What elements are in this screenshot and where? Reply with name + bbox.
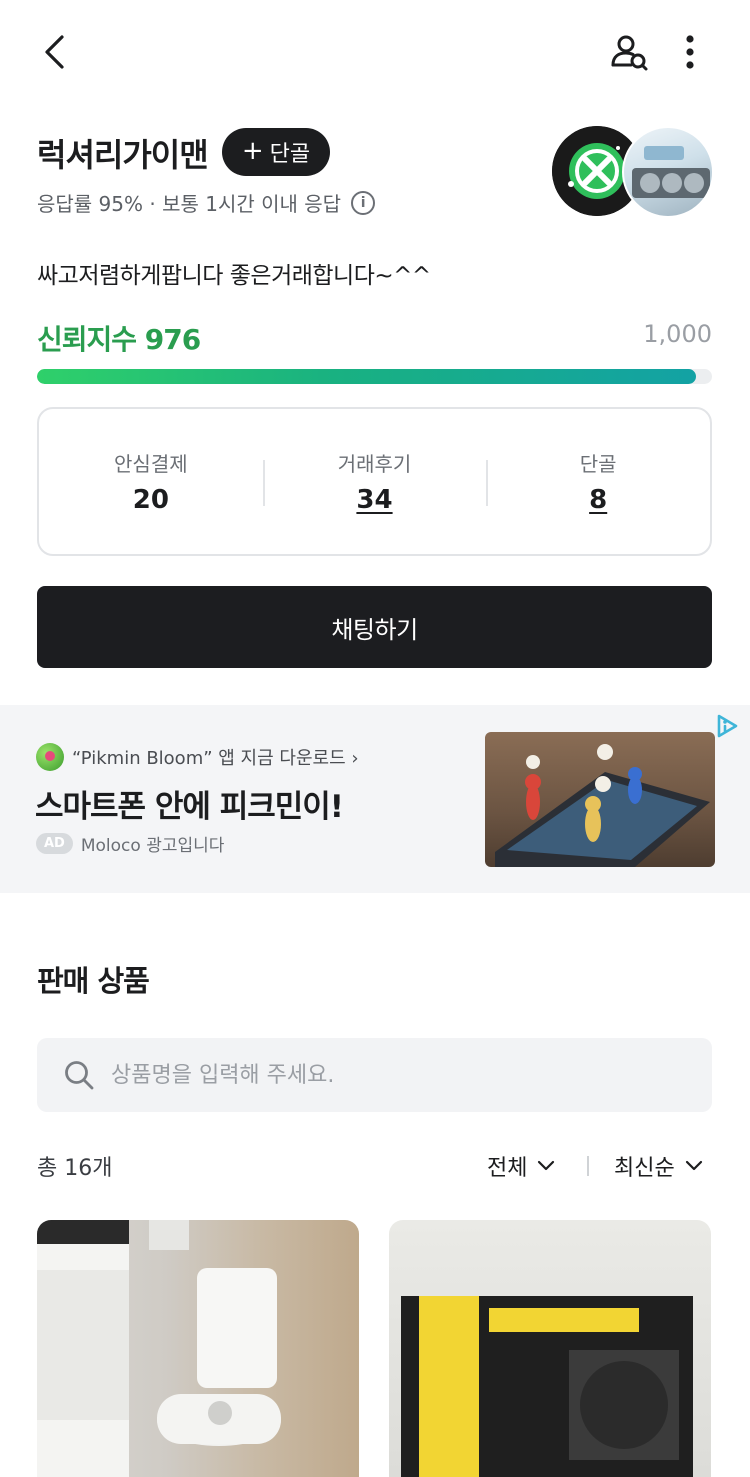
follow-button-label: 단골 xyxy=(269,142,311,167)
product-card[interactable] xyxy=(37,1220,359,1477)
ad-headline: 스마트폰 안에 피크민이! xyxy=(35,789,344,825)
product-search-input[interactable] xyxy=(111,1062,671,1088)
product-card[interactable] xyxy=(389,1220,711,1477)
trust-score-label: 신뢰지수 976 xyxy=(37,323,201,356)
ad-source[interactable]: “Pikmin Bloom” 앱 지금 다운로드 › xyxy=(36,743,359,771)
product-image xyxy=(37,1220,281,1477)
profile-intro: 싸고저렴하게팝니다 좋은거래합니다~^^ xyxy=(37,263,431,289)
ad-source-text: “Pikmin Bloom” 앱 지금 다운로드 › xyxy=(72,748,359,769)
stat-followers[interactable]: 단골 8 xyxy=(486,448,710,515)
filter-all-label: 전체 xyxy=(487,1156,528,1181)
profile-name: 럭셔리가이맨 xyxy=(37,136,209,174)
ad-image-graphic xyxy=(495,744,710,867)
top-bar xyxy=(0,0,750,104)
more-options-button[interactable] xyxy=(668,28,712,76)
product-search-box[interactable] xyxy=(37,1038,712,1112)
ad-image[interactable] xyxy=(485,732,715,867)
ad-sponsor-text: Moloco 광고입니다 xyxy=(80,836,225,856)
ad-sponsor: AD Moloco 광고입니다 xyxy=(36,831,224,856)
stat-safe-payment: 안심결제 20 xyxy=(39,448,263,515)
stat-value-link[interactable]: 8 xyxy=(486,485,710,515)
product-total-count: 총 16개 xyxy=(37,1156,113,1181)
stat-value-link[interactable]: 34 xyxy=(263,485,487,515)
user-search-icon xyxy=(611,35,648,71)
trust-score-max: 1,000 xyxy=(643,320,712,348)
trust-progress-fill xyxy=(37,369,696,384)
info-icon[interactable]: i xyxy=(351,190,376,215)
back-button[interactable] xyxy=(30,28,78,76)
trust-progress-bar xyxy=(37,369,712,384)
response-rate: 응답률 95% · 보통 1시간 이내 응답 i xyxy=(37,188,376,217)
avatar-photo xyxy=(622,126,714,218)
section-title: 판매 상품 xyxy=(37,964,150,998)
vertical-dots-icon xyxy=(686,35,694,69)
user-search-button[interactable] xyxy=(604,28,654,76)
stat-label: 단골 xyxy=(579,452,617,476)
search-icon xyxy=(65,1061,94,1090)
plus-icon: + xyxy=(241,136,264,166)
profile-avatars[interactable] xyxy=(552,126,714,218)
sort-label: 최신순 xyxy=(614,1156,675,1181)
response-rate-text: 응답률 95% · 보통 1시간 이내 응답 xyxy=(37,192,342,216)
stat-label: 안심결제 xyxy=(114,452,188,476)
stats-box: 안심결제 20 거래후기 34 단골 8 xyxy=(37,407,712,556)
filter-divider xyxy=(587,1156,589,1176)
stat-value: 20 xyxy=(132,485,169,515)
chat-button[interactable]: 채팅하기 xyxy=(37,586,712,668)
filter-all-dropdown[interactable]: 전체 xyxy=(487,1150,555,1182)
product-image xyxy=(401,1296,693,1477)
chevron-left-icon xyxy=(45,35,64,69)
chevron-down-icon xyxy=(685,1160,702,1171)
stat-label: 거래후기 xyxy=(337,452,412,476)
stat-reviews[interactable]: 거래후기 34 xyxy=(262,448,487,515)
ad-badge: AD xyxy=(36,833,73,854)
avatar-photo-graphic xyxy=(632,146,710,198)
follow-button[interactable]: + 단골 xyxy=(222,128,330,176)
ad-banner[interactable]: “Pikmin Bloom” 앱 지금 다운로드 › 스마트폰 안에 피크민이!… xyxy=(0,705,750,893)
chevron-down-icon xyxy=(538,1160,555,1171)
pikmin-app-icon xyxy=(36,743,64,771)
sort-dropdown[interactable]: 최신순 xyxy=(614,1150,703,1182)
adchoices-icon[interactable] xyxy=(714,713,740,739)
